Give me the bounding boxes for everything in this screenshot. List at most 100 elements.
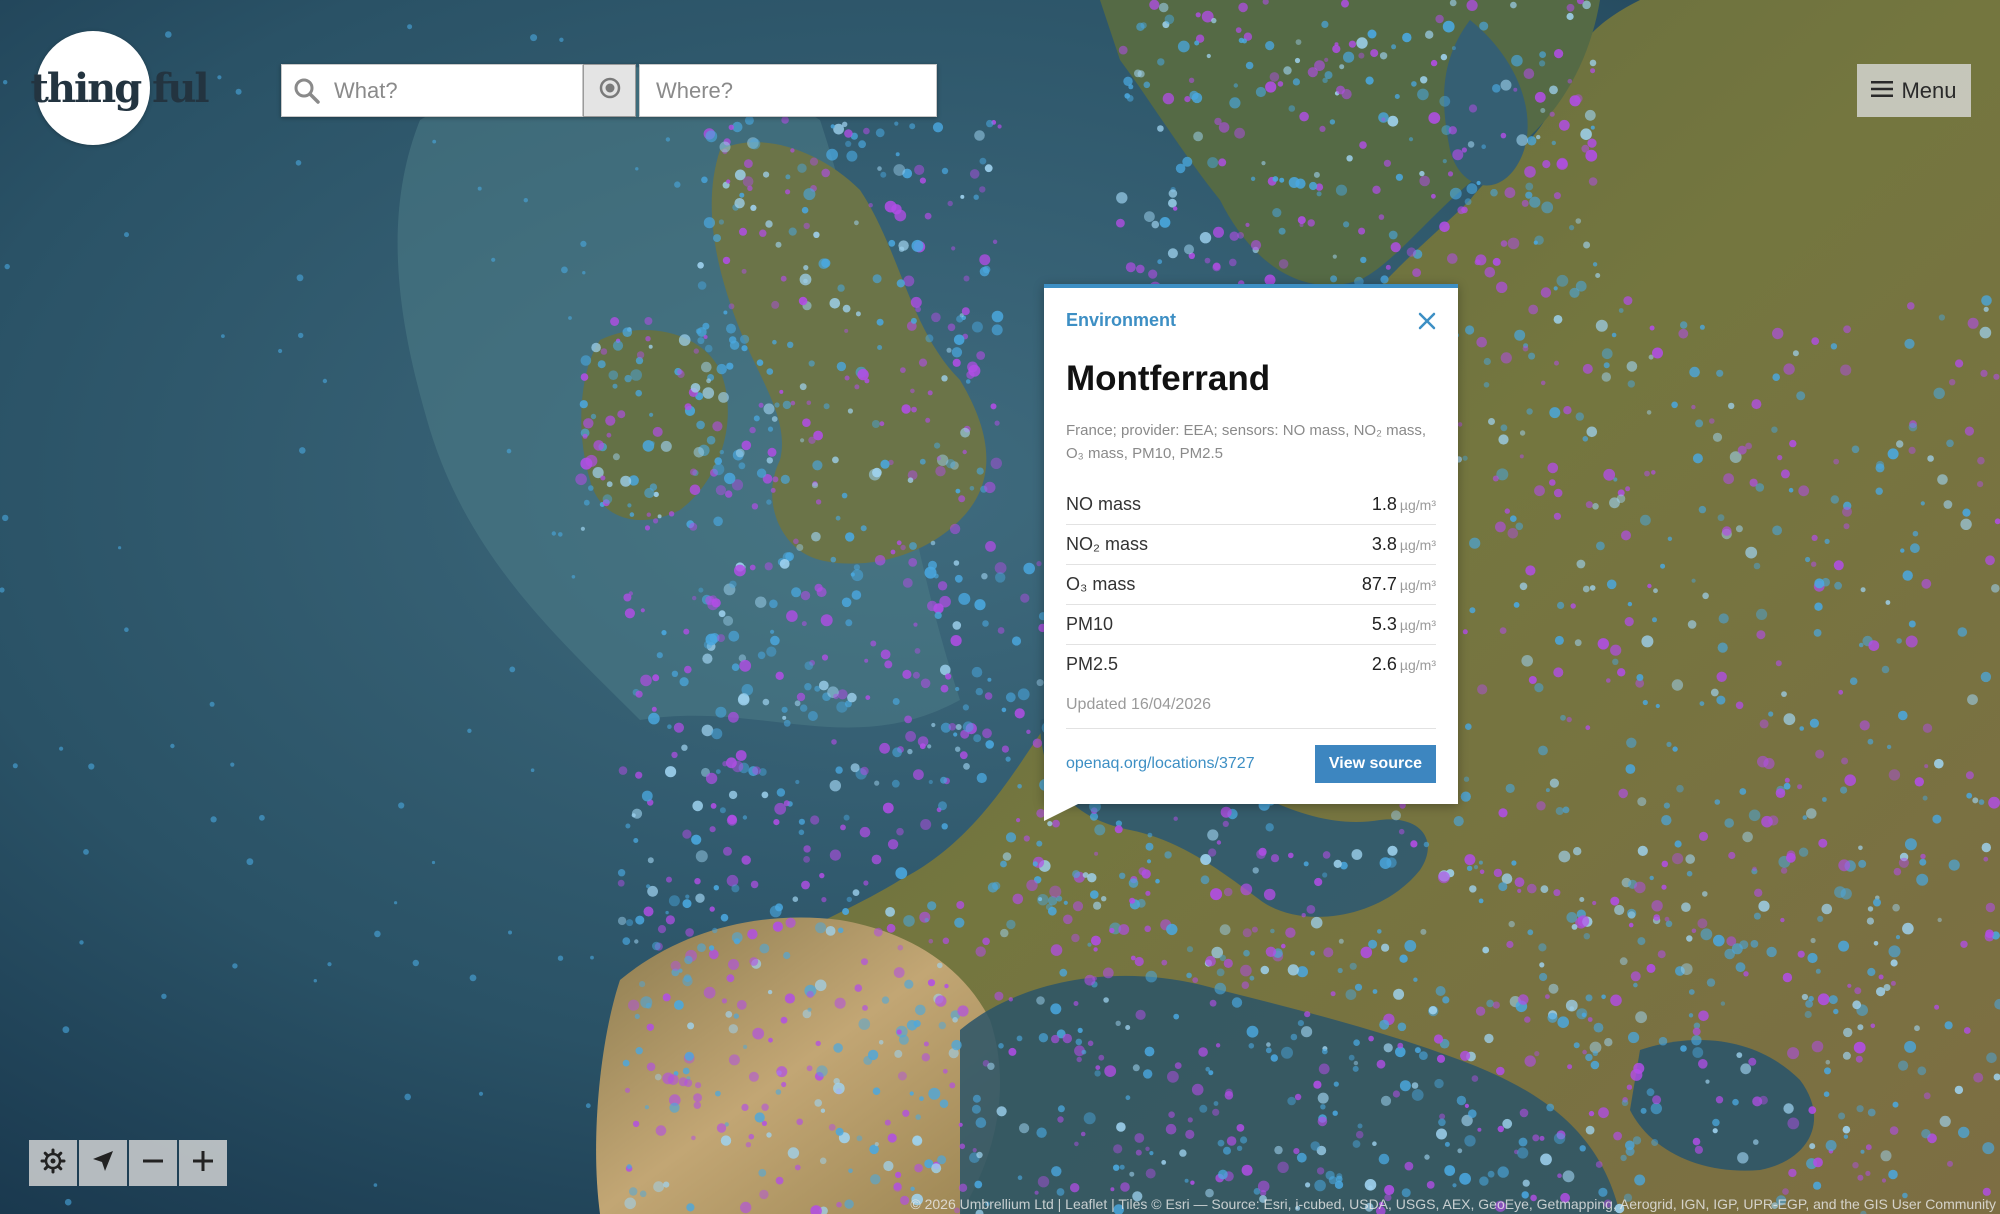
sensor-marker[interactable] <box>799 273 812 286</box>
sensor-marker[interactable] <box>1787 1047 1800 1060</box>
sensor-marker[interactable] <box>1556 158 1568 170</box>
sensor-marker[interactable] <box>1214 117 1222 126</box>
sensor-marker[interactable] <box>697 281 707 290</box>
sensor-marker[interactable] <box>1141 869 1151 879</box>
sensor-marker[interactable] <box>1603 362 1610 369</box>
sensor-marker[interactable] <box>1988 796 2000 809</box>
sensor-marker[interactable] <box>958 592 971 605</box>
sensor-marker[interactable] <box>618 766 628 775</box>
sensor-marker[interactable] <box>1126 95 1134 102</box>
sensor-marker[interactable] <box>788 227 797 236</box>
sensor-marker[interactable] <box>1775 660 1782 667</box>
sensor-marker[interactable] <box>1650 1102 1663 1115</box>
sensor-marker[interactable] <box>679 677 689 687</box>
sensor-marker[interactable] <box>1549 111 1555 117</box>
sensor-marker[interactable] <box>1051 1034 1060 1044</box>
sensor-marker[interactable] <box>1860 1149 1865 1154</box>
sensor-marker[interactable] <box>835 515 841 521</box>
sensor-marker[interactable] <box>1391 810 1401 821</box>
sensor-marker[interactable] <box>1093 947 1098 952</box>
sensor-marker[interactable] <box>1912 530 1919 537</box>
sensor-marker[interactable] <box>1536 134 1541 140</box>
sensor-marker[interactable] <box>559 37 564 42</box>
sensor-marker[interactable] <box>1218 1169 1228 1180</box>
sensor-marker[interactable] <box>580 526 586 531</box>
sensor-marker[interactable] <box>947 323 956 332</box>
sensor-marker[interactable] <box>845 619 853 627</box>
sensor-marker[interactable] <box>880 649 891 660</box>
sensor-marker[interactable] <box>755 596 767 608</box>
sensor-marker[interactable] <box>1752 1096 1763 1107</box>
sensor-marker[interactable] <box>1943 500 1953 509</box>
sensor-marker[interactable] <box>1208 848 1217 857</box>
sensor-marker[interactable] <box>1314 60 1325 71</box>
sensor-marker[interactable] <box>1017 688 1030 701</box>
sensor-marker[interactable] <box>1680 963 1693 975</box>
sensor-marker[interactable] <box>1143 81 1151 89</box>
sensor-marker[interactable] <box>1686 935 1693 942</box>
sensor-marker[interactable] <box>992 239 998 244</box>
sensor-marker[interactable] <box>1566 912 1578 923</box>
sensor-marker[interactable] <box>850 763 860 773</box>
sensor-marker[interactable] <box>821 168 830 178</box>
sensor-marker[interactable] <box>1680 1045 1687 1052</box>
sensor-marker[interactable] <box>652 941 661 951</box>
sensor-marker[interactable] <box>1763 757 1775 770</box>
sensor-marker[interactable] <box>1420 928 1427 935</box>
sensor-marker[interactable] <box>558 532 563 537</box>
sensor-marker[interactable] <box>1585 994 1593 1002</box>
sensor-marker[interactable] <box>1314 877 1323 887</box>
sensor-marker[interactable] <box>1748 1057 1757 1066</box>
sensor-marker[interactable] <box>1660 563 1666 569</box>
sensor-marker[interactable] <box>1145 890 1151 896</box>
sensor-marker[interactable] <box>739 659 752 672</box>
sensor-marker[interactable] <box>1080 1131 1086 1137</box>
sensor-marker[interactable] <box>639 1190 647 1198</box>
sensor-marker[interactable] <box>952 1017 958 1023</box>
sensor-marker[interactable] <box>651 706 657 712</box>
sensor-marker[interactable] <box>1270 854 1280 863</box>
sensor-marker[interactable] <box>1634 881 1646 894</box>
sensor-marker[interactable] <box>717 634 725 643</box>
sensor-marker[interactable] <box>1714 799 1721 805</box>
sensor-marker[interactable] <box>1026 729 1031 734</box>
sensor-marker[interactable] <box>910 1186 915 1192</box>
sensor-marker[interactable] <box>1569 225 1575 231</box>
sensor-marker[interactable] <box>1428 1006 1438 1015</box>
sensor-marker[interactable] <box>1260 965 1270 975</box>
sensor-marker[interactable] <box>767 447 777 457</box>
sensor-marker[interactable] <box>752 1027 765 1040</box>
sensor-marker[interactable] <box>1316 191 1322 197</box>
sensor-marker[interactable] <box>709 826 716 833</box>
sensor-marker[interactable] <box>661 630 667 636</box>
sensor-marker[interactable] <box>1582 1049 1587 1055</box>
sensor-marker[interactable] <box>1437 871 1450 884</box>
sensor-marker[interactable] <box>864 658 869 663</box>
sensor-marker[interactable] <box>851 569 864 582</box>
sensor-marker[interactable] <box>1755 483 1765 492</box>
sensor-marker[interactable] <box>673 722 685 733</box>
sensor-marker[interactable] <box>1966 792 1973 799</box>
sensor-marker[interactable] <box>879 421 885 427</box>
sensor-marker[interactable] <box>662 993 671 1002</box>
sensor-marker[interactable] <box>1479 1176 1489 1186</box>
sensor-marker[interactable] <box>841 492 848 499</box>
sensor-marker[interactable] <box>1640 1107 1647 1114</box>
sensor-marker[interactable] <box>1712 1118 1720 1127</box>
sensor-marker[interactable] <box>740 1201 752 1214</box>
sensor-marker[interactable] <box>1071 933 1080 943</box>
sensor-marker[interactable] <box>523 198 528 203</box>
sensor-marker[interactable] <box>729 340 740 350</box>
sensor-marker[interactable] <box>692 595 697 601</box>
sensor-marker[interactable] <box>1557 1173 1562 1178</box>
sensor-marker[interactable] <box>1938 314 1945 321</box>
sensor-marker[interactable] <box>1870 1023 1876 1029</box>
sensor-marker[interactable] <box>884 200 897 213</box>
sensor-marker[interactable] <box>1887 448 1899 460</box>
sensor-marker[interactable] <box>1528 304 1539 315</box>
sensor-marker[interactable] <box>1743 971 1749 977</box>
sensor-marker[interactable] <box>1023 835 1030 842</box>
sensor-marker[interactable] <box>1173 1013 1180 1020</box>
sensor-marker[interactable] <box>1143 1069 1153 1079</box>
sensor-marker[interactable] <box>780 275 787 282</box>
